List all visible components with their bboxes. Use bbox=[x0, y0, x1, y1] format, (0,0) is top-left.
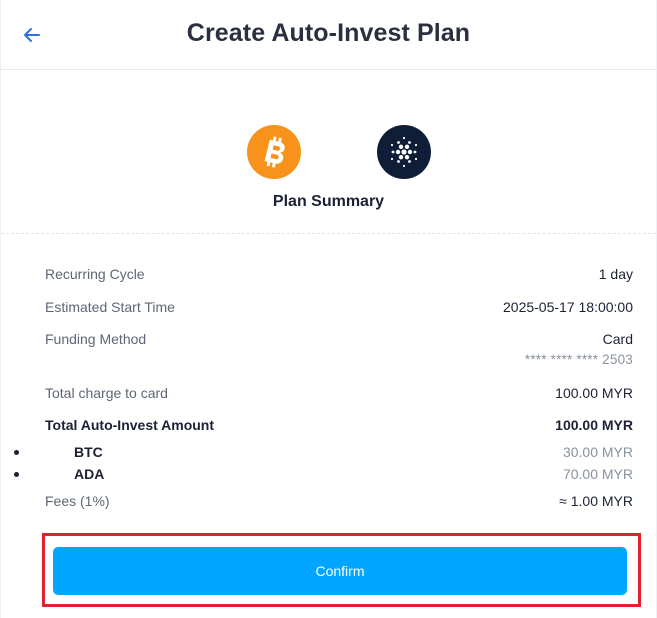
start-time-value: 2025-05-17 18:00:00 bbox=[503, 299, 633, 315]
asset-row-btc: BTC 30.00 MYR bbox=[14, 444, 633, 464]
cardano-icon bbox=[377, 125, 431, 179]
asset-symbol: BTC bbox=[74, 444, 103, 460]
total-charge-label: Total charge to card bbox=[45, 385, 168, 401]
plan-summary-title: Plan Summary bbox=[272, 193, 385, 210]
card-number: **** **** **** 2503 bbox=[524, 352, 633, 367]
asset-row-ada: ADA 70.00 MYR bbox=[14, 466, 633, 486]
start-time-label: Estimated Start Time bbox=[45, 299, 175, 315]
page-title: Create Auto-Invest Plan bbox=[186, 19, 471, 47]
asset-amount: 30.00 MYR bbox=[562, 444, 633, 460]
total-amount-value: 100.00 MYR bbox=[555, 417, 633, 433]
confirm-button[interactable]: Confirm bbox=[53, 547, 627, 595]
create-auto-invest-page: Create Auto-Invest Plan Plan Summary Rec… bbox=[0, 0, 657, 618]
bullet-icon bbox=[14, 472, 19, 477]
funding-method-value: Card bbox=[602, 331, 633, 347]
funding-method-row: Funding Method Card **** **** **** 2503 bbox=[45, 331, 633, 371]
header: Create Auto-Invest Plan bbox=[1, 0, 656, 70]
plan-summary-header: Plan Summary bbox=[1, 70, 656, 234]
recurring-cycle-label: Recurring Cycle bbox=[45, 266, 145, 282]
start-time-row: Estimated Start Time 2025-05-17 18:00:00 bbox=[45, 299, 633, 319]
recurring-cycle-row: Recurring Cycle 1 day bbox=[45, 266, 633, 286]
fees-value: ≈ 1.00 MYR bbox=[559, 493, 633, 509]
funding-method-label: Funding Method bbox=[45, 331, 147, 347]
bullet-icon bbox=[14, 450, 19, 455]
recurring-cycle-value: 1 day bbox=[598, 266, 633, 282]
total-amount-row: Total Auto-Invest Amount 100.00 MYR bbox=[45, 417, 633, 437]
total-charge-value: 100.00 MYR bbox=[555, 385, 633, 401]
asset-amount: 70.00 MYR bbox=[562, 466, 633, 482]
total-amount-label: Total Auto-Invest Amount bbox=[45, 417, 215, 433]
fees-row: Fees (1%) ≈ 1.00 MYR bbox=[45, 493, 633, 513]
bitcoin-icon bbox=[247, 125, 301, 179]
asset-symbol: ADA bbox=[74, 466, 105, 482]
fees-label: Fees (1%) bbox=[45, 493, 110, 509]
total-charge-row: Total charge to card 100.00 MYR bbox=[45, 385, 633, 405]
